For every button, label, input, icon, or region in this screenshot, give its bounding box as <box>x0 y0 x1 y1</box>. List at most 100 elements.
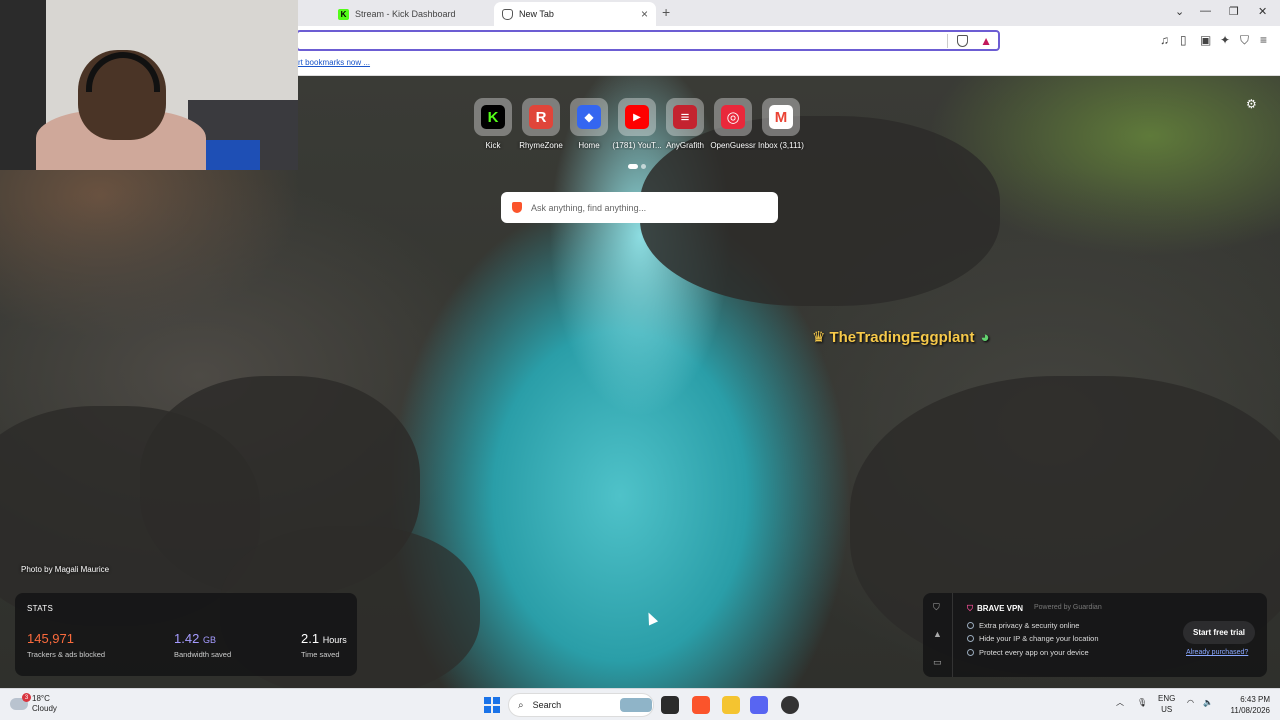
rhymezone-icon: R <box>529 105 553 129</box>
trackers-value: 145,971 <box>27 631 74 646</box>
search-input[interactable] <box>531 192 771 223</box>
shortcut-label: RhymeZone <box>519 141 563 150</box>
obs-icon[interactable] <box>781 696 799 714</box>
file-explorer-icon[interactable] <box>722 696 740 714</box>
leo-ai-icon[interactable]: ✦ <box>1220 33 1230 47</box>
volume-icon[interactable]: 🔈 <box>1203 697 1213 708</box>
bandwidth-number: 1.42 <box>174 631 200 646</box>
time-stat: 2.1 Hours Time saved <box>301 631 347 659</box>
rewards-tab-icon[interactable]: ▲ <box>933 629 942 639</box>
photo-credit[interactable]: Photo by Magali Maurice <box>21 565 109 574</box>
openguessr-icon: ◎ <box>721 105 745 129</box>
wallet-icon[interactable]: ▣ <box>1200 33 1211 47</box>
shortcut-gmail[interactable]: M Inbox (3,111) <box>758 98 804 150</box>
brave-taskbar-icon[interactable] <box>692 696 710 714</box>
clock[interactable]: 6:43 PM 11/08/2026 <box>1224 694 1270 716</box>
minimize-button[interactable]: — <box>1200 5 1211 17</box>
vpn-feature: Protect every app on your device <box>967 648 1089 657</box>
weather-widget[interactable]: 3 18°C Cloudy <box>10 693 57 714</box>
tab-search-chevron-icon[interactable]: ⌄ <box>1175 5 1184 18</box>
windows-pane <box>492 705 500 713</box>
taskbar: 3 18°C Cloudy ⌕ Search ︿ 🎙 ENG US ◠ 🔈 6:43… <box>0 688 1280 720</box>
music-icon[interactable]: ♫ <box>1160 33 1169 47</box>
sidebar-icon[interactable]: ▯ <box>1180 33 1187 47</box>
already-purchased-link[interactable]: Already purchased? <box>1186 649 1248 656</box>
start-free-trial-button[interactable]: Start free trial <box>1183 621 1255 644</box>
crown-icon: ♛ <box>812 329 826 346</box>
menu-icon[interactable]: ≡ <box>1260 33 1267 47</box>
weather-condition: Cloudy <box>32 704 57 713</box>
gear-icon[interactable]: ⚙ <box>1246 97 1257 111</box>
bandwidth-label: Bandwidth saved <box>174 650 232 659</box>
shortcut-icon-bg: ◆ <box>570 98 608 136</box>
frog-icon: ◕ <box>980 329 990 346</box>
time-label: Time saved <box>301 650 340 659</box>
pager-dot[interactable] <box>641 164 646 169</box>
weather-temp: 18°C <box>32 694 50 703</box>
clock-time: 6:43 PM <box>1240 695 1270 704</box>
brave-shields-icon[interactable] <box>957 35 968 47</box>
tab-kick-dashboard[interactable]: K Stream - Kick Dashboard <box>330 2 492 26</box>
wallet-tab-icon[interactable]: ▭ <box>933 657 942 668</box>
overlay-name-text: TheTradingEggplant <box>829 329 975 346</box>
show-hidden-icons[interactable]: ︿ <box>1116 697 1124 708</box>
vpn-widget: ⛉ ▲ ▭ ⛉ BRAVE VPN Powered by Guardian Ext… <box>923 593 1267 677</box>
maximize-button[interactable]: ❐ <box>1229 5 1239 18</box>
search-highlight-icon[interactable] <box>620 698 652 712</box>
shortcut-icon-bg: K <box>474 98 512 136</box>
wifi-icon[interactable]: ◠ <box>1187 697 1194 708</box>
shortcut-icon-bg: ≡ <box>666 98 704 136</box>
trackers-label: Trackers & ads blocked <box>27 650 106 659</box>
shortcut-anygrafith[interactable]: ≡ AnyGrafith <box>666 98 704 150</box>
address-bar[interactable]: ▲ <box>296 30 1000 51</box>
vpn-feature: Extra privacy & security online <box>967 621 1079 630</box>
cloud-icon: 3 <box>10 693 31 710</box>
vpn-tab-icon[interactable]: ⛉ <box>933 602 940 613</box>
close-window-button[interactable]: ✕ <box>1258 5 1267 18</box>
vpn-title-text: BRAVE VPN <box>977 604 1024 613</box>
shortcut-youtube[interactable]: ▶ (1781) YouT... <box>612 98 662 150</box>
shortcut-icon-bg: ▶ <box>618 98 656 136</box>
microphone-icon[interactable]: 🎙 <box>1137 697 1147 708</box>
bandwidth-unit: GB <box>202 635 216 645</box>
shortcut-home[interactable]: ◆ Home <box>570 98 608 150</box>
search-box <box>501 192 778 223</box>
tab-label: Stream - Kick Dashboard <box>355 9 456 19</box>
bandwidth-stat: 1.42 GB Bandwidth saved <box>174 631 231 659</box>
trackers-stat: 145,971 Trackers & ads blocked <box>27 631 105 659</box>
vpn-feature-text: Extra privacy & security online <box>979 621 1080 630</box>
shortcut-label: (1781) YouT... <box>612 141 662 150</box>
task-view-icon[interactable] <box>661 696 679 714</box>
discord-icon[interactable] <box>750 696 768 714</box>
vpn-feature: Hide your IP & change your location <box>967 634 1099 643</box>
vpn-feature-text: Hide your IP & change your location <box>979 634 1099 643</box>
kick-icon: K <box>338 8 349 20</box>
shortcut-label: Home <box>578 141 600 150</box>
start-button[interactable] <box>484 697 500 713</box>
pager-dot[interactable] <box>628 164 638 169</box>
shortcut-rhymezone[interactable]: R RhymeZone <box>519 98 563 150</box>
shortcut-openguessr[interactable]: ◎ OpenGuessr <box>710 98 756 150</box>
check-icon <box>967 649 974 656</box>
shortcut-label: OpenGuessr <box>710 141 756 150</box>
windows-pane <box>492 697 500 705</box>
new-tab-button[interactable]: + <box>662 4 670 20</box>
shortcut-icon-bg: ◎ <box>714 98 752 136</box>
lang-region: US <box>1161 705 1173 714</box>
time-number: 2.1 <box>301 631 320 646</box>
vpn-feature-text: Protect every app on your device <box>979 648 1089 657</box>
time-unit: Hours <box>322 635 347 645</box>
tab-new-tab[interactable]: New Tab × <box>494 2 656 26</box>
time-value: 2.1 Hours <box>301 631 347 646</box>
language-indicator[interactable]: ENG US <box>1158 693 1175 715</box>
brave-rewards-icon[interactable]: ▲ <box>980 34 992 48</box>
shortcut-icon-bg: M <box>762 98 800 136</box>
vpn-icon[interactable]: ⛉ <box>1240 33 1249 48</box>
close-tab-icon[interactable]: × <box>641 7 648 21</box>
shortcut-kick[interactable]: K Kick <box>474 98 512 150</box>
roblox-icon: ◆ <box>577 105 601 129</box>
webcam-jersey <box>200 140 260 170</box>
vpn-title: ⛉ BRAVE VPN <box>967 604 1023 614</box>
stats-widget: STATS 145,971 Trackers & ads blocked 1.4… <box>15 593 357 676</box>
import-bookmarks-link[interactable]: rt bookmarks now ... <box>298 58 370 67</box>
